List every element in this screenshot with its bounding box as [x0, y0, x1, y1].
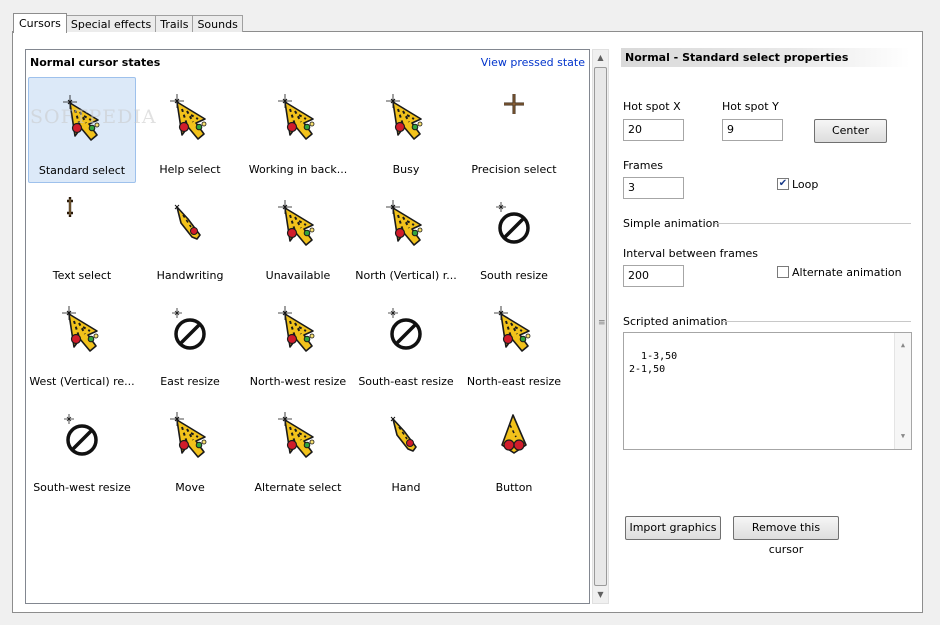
arrow-cursor-icon [484, 301, 544, 359]
properties-header: Normal - Standard select properties [621, 48, 910, 67]
pen-cursor-icon [376, 407, 436, 465]
cursor-item[interactable]: Button [460, 395, 568, 501]
list-title: Normal cursor states [30, 56, 161, 69]
remove-cursor-button[interactable]: Remove this cursor [733, 516, 839, 556]
tab-bar: Cursors Special effects Trails Sounds [13, 12, 243, 33]
tab-special-effects[interactable]: Special effects [65, 15, 157, 32]
cursor-item[interactable]: Precision select [460, 77, 568, 183]
hotspot-y-field[interactable]: 9 [722, 119, 783, 141]
cursor-item-label: Text select [52, 269, 112, 282]
scroll-down-icon[interactable]: ▼ [593, 587, 608, 603]
loop-label: Loop [792, 178, 819, 191]
cursor-item-label: Help select [159, 163, 221, 176]
cursor-item[interactable]: South resize [460, 183, 568, 289]
cursor-item-label: Standard select [38, 164, 126, 177]
cursor-item[interactable]: North-west resize [244, 289, 352, 395]
arrow-cursor-icon [376, 89, 436, 147]
checkmark-icon: ✔ [778, 178, 788, 189]
no-symbol-icon [376, 301, 436, 359]
scroll-up-icon[interactable]: ▲ [593, 50, 608, 66]
cursor-item-label: North (Vertical) r... [355, 269, 457, 282]
cursor-item-label: Alternate select [254, 481, 342, 494]
cursor-item-label: Hand [391, 481, 421, 494]
import-graphics-button[interactable]: Import graphics [625, 516, 721, 540]
scrollbar-thumb[interactable]: ≡ [594, 67, 607, 586]
cursor-item[interactable]: West (Vertical) re... [28, 289, 136, 395]
simple-animation-divider [715, 223, 911, 224]
cursor-item-label: East resize [160, 375, 220, 388]
hotspot-x-label: Hot spot X [623, 100, 681, 113]
alternate-animation-checkbox[interactable] [777, 266, 789, 278]
cursor-item[interactable]: Text select [28, 183, 136, 289]
arrow-cursor-icon [52, 301, 112, 359]
frames-field[interactable]: 3 [623, 177, 684, 199]
scripted-text: 1-3,50 2-1,50 [629, 351, 678, 375]
frames-label: Frames [623, 159, 664, 172]
cursor-item-label: South-east resize [358, 375, 454, 388]
scroll-up-icon[interactable]: ▲ [895, 339, 911, 352]
cursor-list[interactable]: Normal cursor states View pressed state … [25, 49, 590, 604]
view-pressed-state-link[interactable]: View pressed state [481, 56, 585, 69]
arrow-cursor-icon [160, 407, 220, 465]
cursor-item[interactable]: Unavailable [244, 183, 352, 289]
cursor-item-label: South resize [480, 269, 548, 282]
cursor-item-label: Unavailable [265, 269, 331, 282]
cursor-item[interactable]: South-east resize [352, 289, 460, 395]
scripted-animation-textarea[interactable]: 1-3,50 2-1,50 ▲ ▼ [623, 332, 912, 450]
arrow-cursor-icon [268, 407, 328, 465]
cursor-item-label: Busy [392, 163, 420, 176]
cursor-item[interactable]: Alternate select [244, 395, 352, 501]
cursor-item-label: Button [495, 481, 533, 494]
cursor-item[interactable]: Busy [352, 77, 460, 183]
cursor-item[interactable]: North-east resize [460, 289, 568, 395]
button-cursor-icon [484, 407, 544, 465]
arrow-cursor-icon [268, 301, 328, 359]
cursor-item-label: South-west resize [33, 481, 131, 494]
pen-cursor-icon [160, 195, 220, 253]
cursor-item-label: Handwriting [156, 269, 224, 282]
scripted-animation-label: Scripted animation [623, 315, 728, 328]
crosshair-icon [484, 89, 544, 147]
cursor-item[interactable]: South-west resize [28, 395, 136, 501]
scripted-animation-divider [722, 321, 911, 322]
cursor-item[interactable]: Hand [352, 395, 460, 501]
arrow-cursor-icon [53, 90, 113, 148]
list-scrollbar[interactable]: ▲ ≡ ▼ [592, 49, 609, 604]
cursor-item-label: Move [175, 481, 205, 494]
text-beam-icon [52, 195, 112, 253]
cursor-item[interactable]: Help select [136, 77, 244, 183]
hotspot-y-label: Hot spot Y [722, 100, 779, 113]
cursor-item-label: West (Vertical) re... [29, 375, 135, 388]
tab-trails[interactable]: Trails [155, 15, 194, 32]
cursor-item[interactable]: Handwriting [136, 183, 244, 289]
cursor-item[interactable]: East resize [136, 289, 244, 395]
tab-cursors[interactable]: Cursors [13, 13, 67, 33]
no-symbol-icon [160, 301, 220, 359]
cursor-item[interactable]: Standard select [28, 77, 136, 183]
loop-checkbox[interactable]: ✔ [777, 178, 789, 190]
cursor-item[interactable]: North (Vertical) r... [352, 183, 460, 289]
cursor-item-label: Precision select [471, 163, 557, 176]
scroll-down-icon[interactable]: ▼ [895, 430, 911, 443]
textarea-scrollbar[interactable]: ▲ ▼ [894, 333, 911, 449]
interval-field[interactable]: 200 [623, 265, 684, 287]
cursor-item-label: North-west resize [249, 375, 347, 388]
center-button[interactable]: Center [814, 119, 887, 143]
cursor-item[interactable]: Move [136, 395, 244, 501]
arrow-cursor-icon [268, 195, 328, 253]
arrow-cursor-icon [268, 89, 328, 147]
no-symbol-icon [52, 407, 112, 465]
cursor-item-label: North-east resize [466, 375, 562, 388]
grip-icon: ≡ [598, 318, 606, 328]
interval-label: Interval between frames [623, 247, 759, 260]
simple-animation-label: Simple animation [623, 217, 720, 230]
alternate-animation-label: Alternate animation [792, 266, 902, 279]
hotspot-x-field[interactable]: 20 [623, 119, 684, 141]
tab-sounds[interactable]: Sounds [192, 15, 243, 32]
cursor-item-label: Working in back... [248, 163, 348, 176]
cursor-item[interactable]: Working in back... [244, 77, 352, 183]
arrow-cursor-icon [160, 89, 220, 147]
arrow-cursor-icon [376, 195, 436, 253]
no-symbol-icon [484, 195, 544, 253]
